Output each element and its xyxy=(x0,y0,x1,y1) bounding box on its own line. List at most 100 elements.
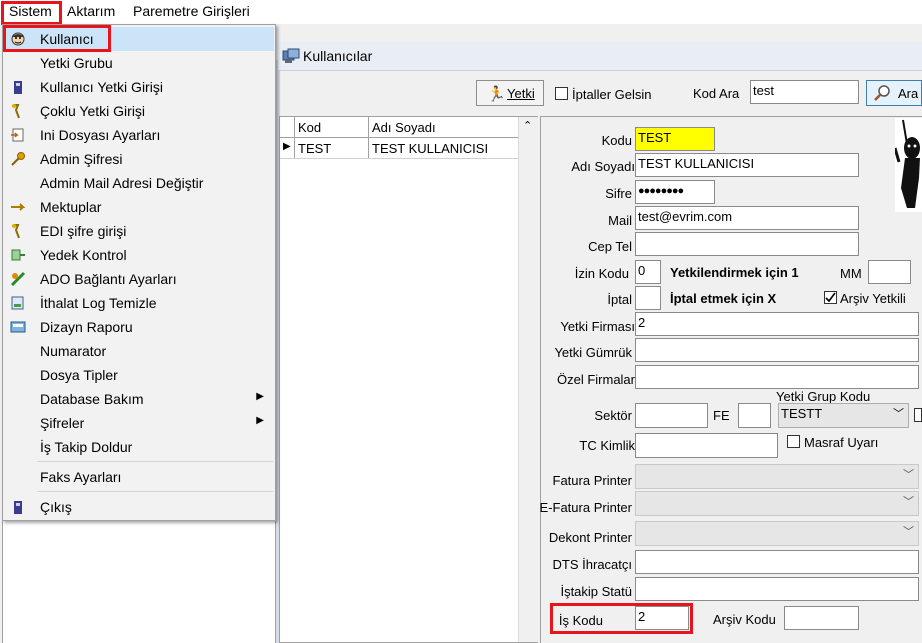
fatura-printer-select[interactable]: ﹀ xyxy=(635,464,919,489)
mm-label: MM xyxy=(840,266,862,281)
cep-tel-label: Cep Tel xyxy=(588,239,632,254)
key-icon xyxy=(10,151,26,167)
extra-checkbox[interactable] xyxy=(914,408,922,422)
arsiv-yetkili-checkbox[interactable] xyxy=(824,291,837,304)
submenu-arrow-icon: ▶ xyxy=(256,391,264,402)
iptaller-gelsin-checkbox[interactable] xyxy=(555,87,568,100)
kodu-input[interactable]: TEST xyxy=(635,127,715,151)
user-photo xyxy=(893,118,922,212)
menu-item-label: Kullanıcı Yetki Girişi xyxy=(40,79,163,95)
menu-item-label: Yetki Grubu xyxy=(40,55,113,71)
ara-button-label: Ara xyxy=(898,86,919,101)
table-row[interactable]: ▶ TEST TEST KULLANICISI xyxy=(280,138,518,159)
cep-tel-input[interactable] xyxy=(635,232,859,256)
column-kod[interactable]: Kod xyxy=(298,120,321,135)
mm-input[interactable] xyxy=(868,260,911,284)
users-grid[interactable]: Kod Adı Soyadı ▶ TEST TEST KULLANICISI ⌃ xyxy=(279,116,538,643)
arsiv-kodu-input[interactable] xyxy=(784,606,859,630)
sifre-input[interactable]: ●●●●●●●● xyxy=(635,180,715,204)
ado-connection-icon xyxy=(10,271,26,287)
yetki-button[interactable]: 🏃 Yetki xyxy=(476,80,544,106)
chevron-down-icon: ﹀ xyxy=(903,526,914,538)
menu-separator xyxy=(37,491,273,492)
menu-item-database-bakim[interactable]: Database Bakım ▶ xyxy=(4,387,274,411)
yetki-grup-kodu-value: TESTT xyxy=(781,406,823,421)
checkmark-icon xyxy=(825,292,836,303)
menu-item-sifreler[interactable]: Şifreler ▶ xyxy=(4,411,274,435)
adi-soyadi-input[interactable]: TEST KULLANICISI xyxy=(635,153,859,177)
menu-item-label: ADO Bağlantı Ayarları xyxy=(40,271,177,287)
masraf-uyari-checkbox[interactable] xyxy=(787,435,800,448)
annotation-box-is-kodu xyxy=(550,603,693,634)
sektor-label: Sektör xyxy=(594,408,632,423)
menu-item-label: İş Takip Doldur xyxy=(40,439,133,455)
yetki-hint: Yetkilendirmek için 1 xyxy=(670,265,799,280)
menu-aktarim[interactable]: Aktarım xyxy=(67,3,115,19)
menu-item-cikis[interactable]: Çıkış xyxy=(4,495,274,519)
menu-item-dosya-tipler[interactable]: Dosya Tipler xyxy=(4,363,274,387)
running-man-icon: 🏃 xyxy=(487,86,506,103)
menu-item-admin-mail[interactable]: Admin Mail Adresi Değiştir xyxy=(4,171,274,195)
cell-kod: TEST xyxy=(298,141,332,156)
istakip-statu-input[interactable] xyxy=(635,577,919,601)
menu-item-yedek-kontrol[interactable]: Yedek Kontrol xyxy=(4,243,274,267)
cell-adi: TEST KULLANICISI xyxy=(372,141,489,156)
menu-item-yetki-grubu[interactable]: Yetki Grubu xyxy=(4,51,274,75)
grid-scrollbar[interactable]: ⌃ xyxy=(518,117,538,642)
iptal-input[interactable] xyxy=(635,286,661,310)
menu-item-label: Mektuplar xyxy=(40,199,102,215)
menu-item-mektuplar[interactable]: Mektuplar xyxy=(4,195,274,219)
menu-item-dizayn-raporu[interactable]: Dizayn Raporu xyxy=(4,315,274,339)
menu-item-ado-baglanti[interactable]: ADO Bağlantı Ayarları xyxy=(4,267,274,291)
ozel-firmalar-label: Özel Firmalar xyxy=(556,372,635,387)
menu-item-label: Dizayn Raporu xyxy=(40,319,133,335)
fe-input[interactable] xyxy=(738,403,771,428)
menu-item-is-takip-doldur[interactable]: İş Takip Doldur xyxy=(4,435,274,459)
menu-parametre-girisleri[interactable]: Paremetre Girişleri xyxy=(133,3,250,19)
menu-item-label: Faks Ayarları xyxy=(40,469,122,485)
menu-item-label: İthalat Log Temizle xyxy=(40,295,157,311)
dts-ihracatci-label: DTS İhracatçı xyxy=(552,557,632,572)
yetki-grup-kodu-label: Yetki Grup Kodu xyxy=(776,389,871,404)
menu-item-label: Şifreler xyxy=(40,415,85,431)
menu-item-ini-dosyasi[interactable]: Ini Dosyası Ayarları xyxy=(4,123,274,147)
dts-ihracatci-input[interactable] xyxy=(635,550,919,574)
fatura-printer-label: Fatura Printer xyxy=(552,473,632,488)
users-window-icon xyxy=(282,48,300,64)
menu-item-numarator[interactable]: Numarator xyxy=(4,339,274,363)
multi-key-icon xyxy=(10,103,26,119)
tc-kimlik-input[interactable] xyxy=(635,433,778,458)
menu-bar: Sistem Aktarım Paremetre Girişleri xyxy=(0,0,922,24)
menu-item-admin-sifresi[interactable]: Admin Şifresi xyxy=(4,147,274,171)
masraf-uyari-label: Masraf Uyarı xyxy=(804,435,879,450)
annotation-box-kullanici xyxy=(3,25,111,52)
ozel-firmalar-input[interactable] xyxy=(635,365,919,389)
ara-button[interactable]: Ara xyxy=(866,80,922,106)
adi-soyadi-label: Adı Soyadı xyxy=(571,159,635,174)
scroll-up-icon[interactable]: ⌃ xyxy=(523,119,532,132)
efatura-printer-select[interactable]: ﹀ xyxy=(635,491,919,516)
grid-header: Kod Adı Soyadı xyxy=(280,117,518,138)
menu-item-faks-ayarlari[interactable]: Faks Ayarları xyxy=(4,465,274,489)
dekont-printer-select[interactable]: ﹀ xyxy=(635,521,919,546)
yetki-gumruk-input[interactable] xyxy=(635,338,919,362)
izin-kodu-input[interactable]: 0 xyxy=(635,260,661,284)
menu-item-ithalat-log[interactable]: İthalat Log Temizle xyxy=(4,291,274,315)
sektor-input[interactable] xyxy=(635,403,708,428)
mail-input[interactable]: test@evrim.com xyxy=(635,206,859,230)
report-design-icon xyxy=(10,319,26,335)
yetki-firmasi-input[interactable]: 2 xyxy=(635,312,919,336)
menu-item-edi-sifre[interactable]: EDI şifre girişi xyxy=(4,219,274,243)
submenu-arrow-icon: ▶ xyxy=(256,415,264,426)
column-adi-soyadi[interactable]: Adı Soyadı xyxy=(372,120,436,135)
izin-kodu-label: İzin Kodu xyxy=(574,266,629,281)
menu-item-label: Database Bakım xyxy=(40,391,144,407)
kod-ara-input[interactable]: test xyxy=(750,80,859,104)
yetki-grup-kodu-select[interactable]: TESTT ﹀ xyxy=(778,403,909,428)
menu-item-label: Yedek Kontrol xyxy=(40,247,127,263)
annotation-box-sistem xyxy=(1,1,62,25)
window-title-bar: Kullanıcılar xyxy=(278,42,922,71)
menu-item-kullanici-yetki-girisi[interactable]: Kullanıcı Yetki Girişi xyxy=(4,75,274,99)
yetki-gumruk-label: Yetki Gümrük xyxy=(554,345,632,360)
menu-item-coklu-yetki-girisi[interactable]: Çoklu Yetki Girişi xyxy=(4,99,274,123)
